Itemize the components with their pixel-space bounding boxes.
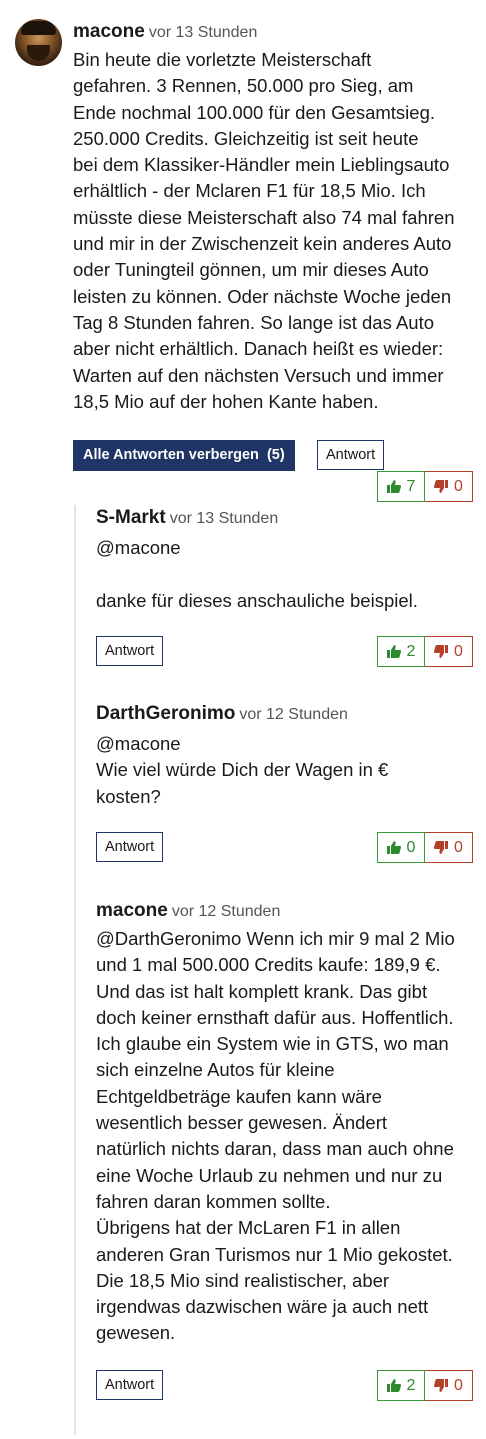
reply-button[interactable]: Antwort [317, 440, 385, 470]
comment-meta: macone vor 13 Stunden [73, 19, 478, 46]
avatar[interactable] [15, 19, 62, 66]
downvote-button[interactable]: 0 [425, 832, 473, 863]
upvote-count: 0 [406, 838, 416, 856]
upvote-button[interactable]: 0 [377, 832, 425, 863]
hide-replies-label: Alle Antworten verbergen [83, 447, 259, 463]
comment-line: Tag 8 Stunden fahren. So lange ist das A… [73, 311, 435, 333]
downvote-button[interactable]: 0 [425, 1370, 473, 1401]
comment-line: Und das ist halt komplett krank. Das gib… [96, 980, 428, 1002]
comment-line: @macone [96, 537, 181, 558]
comment-line: @DarthGeronimo Wenn ich mir 9 mal 2 Mio [96, 928, 455, 949]
comment-line: Echtgeldbeträge kaufen kann wäre [96, 1085, 382, 1107]
comment-line: müsste diese Meisterschaft also 74 mal f… [73, 206, 455, 228]
upvote-count: 2 [406, 642, 416, 660]
reply: S-Markt vor 13 Stunden @macone danke für … [96, 505, 476, 614]
comment-line: natürlich nichts daran, dass man auch oh… [96, 1138, 454, 1160]
thumbs-down-icon [434, 1379, 449, 1392]
comment-body: @macone danke für dieses anschauliche be… [96, 535, 476, 614]
comment-line: leisten zu können. Oder nächste Woche je… [73, 285, 452, 307]
reply-count: (5) [266, 447, 285, 463]
comment: macone vor 13 Stunden Bin heute die vorle… [73, 19, 478, 415]
comment-time: vor 13 Stunden [169, 510, 279, 527]
thumbs-down-icon [434, 645, 449, 658]
comment-line: und 1 mal 500.000 Credits kaufe: 189,9 €… [96, 954, 441, 976]
thumbs-up-icon [386, 1379, 401, 1392]
comment-line: doch keiner ernsthaft dafür aus. Hoffent… [96, 1006, 454, 1028]
upvote-button[interactable]: 7 [377, 471, 425, 502]
comment-line: Ende nochmal 100.000 für den Gesamtsieg. [73, 101, 436, 123]
comment-line: fahren daran kommen sollte. [96, 1190, 331, 1212]
comment-body: @DarthGeronimo Wenn ich mir 9 mal 2 Mio … [96, 926, 480, 1347]
upvote-count: 7 [406, 477, 416, 495]
reply: DarthGeronimo vor 12 Stunden @macone Wie … [96, 701, 476, 810]
thumbs-up-icon [386, 480, 401, 493]
reply: macone vor 12 Stunden @DarthGeronimo Wenn… [96, 898, 480, 1347]
downvote-button[interactable]: 0 [425, 471, 473, 502]
vote-group: 2 0 [377, 1370, 473, 1401]
comment-line [96, 561, 476, 587]
comment-line: erhältlich - der Mclaren F1 für 18,5 Mio… [73, 180, 426, 202]
comment-time: vor 12 Stunden [239, 706, 348, 723]
comment-line: @macone [96, 733, 181, 754]
thread-line [74, 505, 76, 1435]
vote-group: 2 0 [377, 636, 473, 667]
comment-line: anderen Gran Turismos nur 1 Mio gekostet… [96, 1243, 453, 1265]
comment-line: aber nicht erhältlich. Danach heißt es w… [73, 338, 444, 360]
comment-meta: S-Markt vor 13 Stunden [96, 505, 476, 532]
upvote-button[interactable]: 2 [377, 636, 425, 667]
comment-line: gewesen. [96, 1322, 176, 1344]
comment-line: Bin heute die vorletzte Meisterschaft [73, 49, 372, 70]
reply-button[interactable]: Antwort [96, 832, 164, 862]
vote-group: 0 0 [377, 832, 473, 863]
comment-author[interactable]: macone [96, 900, 168, 921]
comment-author[interactable]: DarthGeronimo [96, 703, 235, 724]
comment-time: vor 12 Stunden [171, 903, 281, 920]
thumbs-up-icon [386, 645, 401, 658]
downvote-count: 0 [454, 477, 463, 495]
comment-body: @macone Wie viel würde Dich der Wagen in… [96, 731, 476, 810]
upvote-count: 2 [406, 1376, 416, 1394]
comment-line: gefahren. 3 Rennen, 50.000 pro Sieg, am [73, 75, 414, 97]
comment-author[interactable]: S-Markt [96, 507, 166, 528]
reply-button[interactable]: Antwort [96, 636, 164, 666]
comment-line: 250.000 Credits. Gleichzeitig ist seit h… [73, 127, 419, 149]
downvote-count: 0 [454, 642, 463, 660]
thumbs-down-icon [434, 480, 449, 493]
comment-meta: macone vor 12 Stunden [96, 898, 480, 925]
comment-line: Ich glaube ein System wie in GTS, wo man [96, 1033, 449, 1055]
comment-line: oder Tuningteil gönnen, um mir dieses Au… [73, 259, 429, 281]
comment-line: danke für dieses anschauliche beispiel. [96, 589, 418, 611]
comment-line: Warten auf den nächsten Versuch und imme… [73, 364, 444, 386]
downvote-count: 0 [454, 1376, 463, 1394]
downvote-button[interactable]: 0 [425, 636, 473, 667]
comment-author[interactable]: macone [73, 21, 145, 42]
comment-line: Die 18,5 Mio sind realistischer, aber [96, 1269, 390, 1291]
comment-line: wesentlich besser gewesen. Ändert [96, 1112, 388, 1134]
comment-body: Bin heute die vorletzte Meisterschaft ge… [73, 47, 478, 415]
comment-line: bei dem Klassiker-Händler mein Lieblings… [73, 154, 450, 176]
thumbs-up-icon [386, 841, 401, 854]
comment-time: vor 13 Stunden [148, 24, 258, 41]
hide-replies-button[interactable]: Alle Antworten verbergen (5) [73, 440, 295, 471]
comment-line: und mir in der Zwischenzeit kein anderes… [73, 233, 452, 255]
thumbs-down-icon [434, 841, 449, 854]
reply-button[interactable]: Antwort [96, 1370, 164, 1400]
comment-line: 18,5 Mio auf der hohen Kante haben. [73, 390, 379, 412]
comment-meta: DarthGeronimo vor 12 Stunden [96, 701, 476, 728]
downvote-count: 0 [454, 838, 463, 856]
comment-line: Übrigens hat der McLaren F1 in allen [96, 1217, 401, 1239]
comment-line: irgendwas dazwischen wäre ja auch nett [96, 1296, 429, 1318]
comment-line: sich einzelne Autos für kleine [96, 1059, 335, 1081]
comment-line: eine Woche Urlaub zu nehmen und nur zu [96, 1164, 443, 1186]
upvote-button[interactable]: 2 [377, 1370, 425, 1401]
vote-group: 7 0 [377, 471, 473, 502]
comment-line: Wie viel würde Dich der Wagen in € [96, 759, 389, 781]
comment-line: kosten? [96, 785, 161, 807]
